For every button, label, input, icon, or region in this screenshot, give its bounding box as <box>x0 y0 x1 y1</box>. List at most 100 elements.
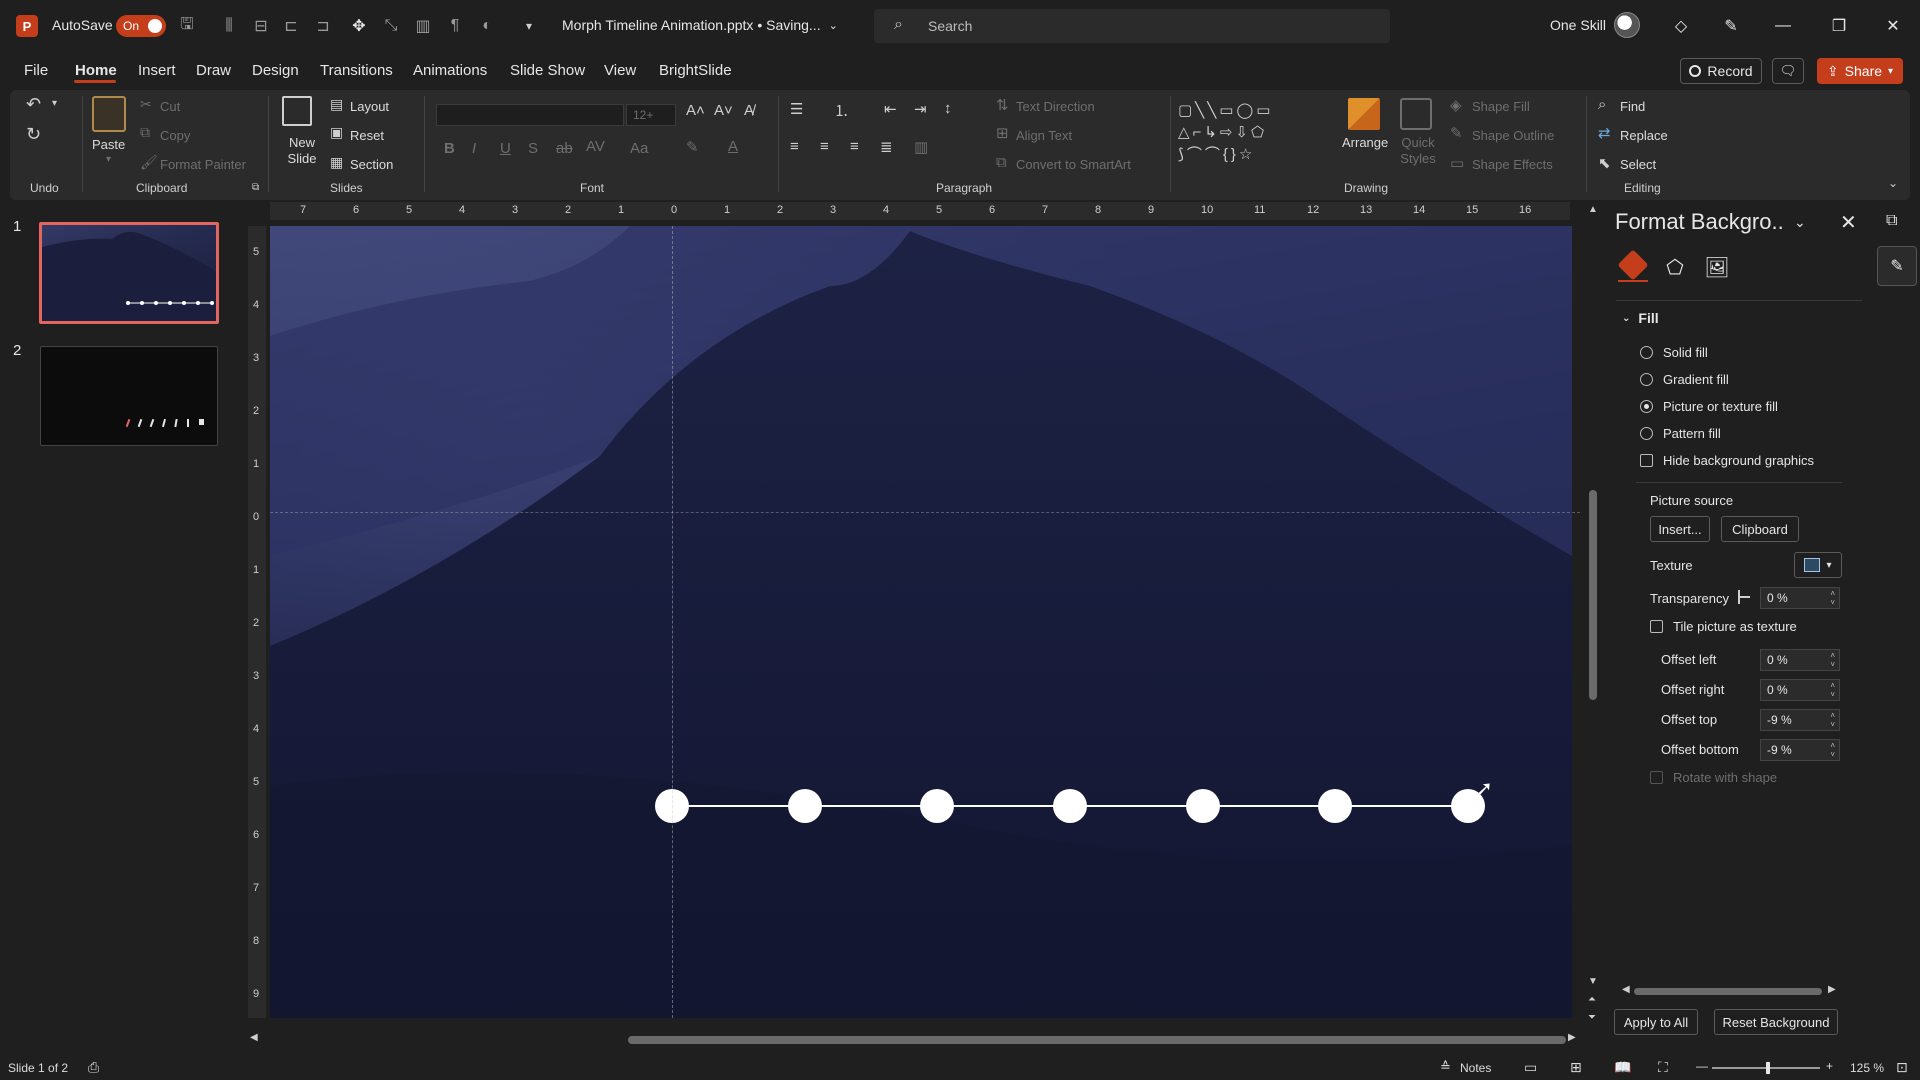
offset-top-input[interactable]: -9 % ˄ ˅ <box>1760 709 1840 731</box>
insert-button[interactable]: Insert... <box>1650 516 1710 542</box>
apply-to-all-button[interactable]: Apply to All <box>1614 1009 1698 1035</box>
checkbox[interactable] <box>1640 454 1653 467</box>
notes-button[interactable]: Notes <box>1460 1061 1491 1075</box>
offset-bottom-input[interactable]: -9 % ˄ ˅ <box>1760 739 1840 761</box>
slide-counter[interactable]: Slide 1 of 2 <box>8 1061 68 1075</box>
rotate-with-shape-option[interactable]: Rotate with shape <box>1650 770 1777 785</box>
undo-dropdown-icon[interactable]: ▾ <box>52 98 57 109</box>
strikethrough-icon[interactable]: ab <box>556 140 573 157</box>
layout-button[interactable]: Layout <box>350 99 389 114</box>
arrange-icon[interactable] <box>1348 98 1380 130</box>
checkbox[interactable] <box>1650 620 1663 633</box>
vertical-guide[interactable] <box>672 226 673 1018</box>
section-button[interactable]: Section <box>350 157 393 172</box>
align-text-button[interactable]: Align Text <box>1016 128 1072 143</box>
move-icon[interactable]: ✥ <box>348 15 370 37</box>
increase-font-icon[interactable]: A˄ <box>686 102 705 119</box>
shape-fill-button[interactable]: Shape Fill <box>1472 99 1530 114</box>
justify-icon[interactable]: ≣ <box>880 138 893 156</box>
align-right-icon[interactable]: ⊐ <box>312 15 334 37</box>
clear-formatting-icon[interactable]: A̸ <box>744 102 754 119</box>
scroll-down-icon[interactable]: ▼ <box>1588 976 1598 987</box>
clipboard-button[interactable]: Clipboard <box>1721 516 1799 542</box>
align-left-icon[interactable]: ≡ <box>790 138 799 155</box>
cut-button[interactable]: Cut <box>160 99 180 114</box>
tab-view[interactable]: View <box>604 62 636 79</box>
copy-button[interactable]: Copy <box>160 128 190 143</box>
redo-icon[interactable]: ↻ <box>26 124 41 145</box>
picture-fill-option[interactable]: Picture or texture fill <box>1640 399 1778 414</box>
offset-left-input[interactable]: 0 % ˄ ˅ <box>1760 649 1840 671</box>
accessibility-icon[interactable]: ⎙ <box>88 1059 99 1076</box>
bullets-icon[interactable]: ☰ <box>790 100 803 118</box>
scroll-left-icon[interactable]: ◀ <box>250 1032 258 1043</box>
solid-fill-option[interactable]: Solid fill <box>1640 345 1708 360</box>
align-objects-icon[interactable]: ⫼ <box>218 15 240 37</box>
italic-icon[interactable]: I <box>472 140 476 157</box>
paste-button[interactable]: Paste <box>92 137 125 152</box>
collapse-ribbon-icon[interactable]: ⌄ <box>1888 176 1898 190</box>
new-slide-button[interactable]: New Slide <box>284 135 320 167</box>
document-title[interactable]: Morph Timeline Animation.pptx • Saving..… <box>562 17 838 33</box>
tab-draw[interactable]: Draw <box>196 62 231 79</box>
tab-animations[interactable]: Animations <box>413 62 487 79</box>
timeline-dot[interactable] <box>1053 789 1087 823</box>
previous-slide-icon[interactable]: ⏶ <box>1588 994 1596 1005</box>
tab-file[interactable]: File <box>24 62 48 79</box>
autosave-toggle[interactable]: On <box>116 15 166 37</box>
dialog-launcher-icon[interactable]: ⧉ <box>252 182 259 193</box>
scroll-up-icon[interactable]: ▲ <box>1588 204 1598 215</box>
align-right-icon[interactable]: ≡ <box>850 138 859 155</box>
horizontal-scrollbar[interactable] <box>628 1036 1566 1044</box>
highlight-icon[interactable]: ✎ <box>686 138 699 156</box>
offset-right-input[interactable]: 0 % ˄ ˅ <box>1760 679 1840 701</box>
close-pane-icon[interactable]: ✕ <box>1840 210 1857 235</box>
reset-button[interactable]: Reset <box>350 128 384 143</box>
line-spacing-icon[interactable]: ↕ <box>944 100 952 117</box>
record-button[interactable]: Record <box>1680 58 1762 84</box>
avatar[interactable] <box>1614 12 1640 38</box>
columns-icon[interactable]: ▥ <box>914 138 928 156</box>
customize-qat-icon[interactable]: ▾ <box>518 15 540 37</box>
picture-tab-icon[interactable]: 🖼 <box>1702 252 1732 282</box>
radio-button[interactable] <box>1640 373 1653 386</box>
decrease-font-icon[interactable]: A˅ <box>714 102 733 119</box>
shapes-gallery[interactable]: ▢╲╲▭◯▭ △⌐↳⇨⇩⬠ ⟆⌒⌒{}☆ <box>1178 100 1326 170</box>
slide-thumbnail-1[interactable] <box>39 222 219 324</box>
reset-background-button[interactable]: Reset Background <box>1714 1009 1838 1035</box>
spin-arrows-icon[interactable]: ˄ ˅ <box>1830 741 1835 759</box>
font-name-input[interactable] <box>436 104 624 126</box>
quick-styles-icon[interactable] <box>1400 98 1432 130</box>
horizontal-ruler[interactable]: 7 6 5 4 3 2 1 0 1 2 3 4 5 6 7 8 9 10 11 12 13 14 15 16 <box>270 202 1570 220</box>
hide-bg-graphics-option[interactable]: Hide background graphics <box>1640 453 1814 468</box>
spin-arrows-icon[interactable]: ˄ ˅ <box>1830 651 1835 669</box>
undo-icon[interactable]: ↶ <box>26 94 41 115</box>
restore-icon[interactable]: ❐ <box>1826 13 1852 39</box>
minimize-icon[interactable]: — <box>1770 13 1796 39</box>
fill-tab-icon[interactable] <box>1617 249 1649 282</box>
decrease-indent-icon[interactable]: ⇤ <box>884 100 897 118</box>
shape-effects-button[interactable]: Shape Effects <box>1472 157 1553 172</box>
slide-canvas[interactable] <box>270 226 1572 1018</box>
select-button[interactable]: Select <box>1620 157 1656 172</box>
zoom-out-icon[interactable]: — <box>1696 1059 1708 1073</box>
underline-icon[interactable]: U <box>500 140 511 157</box>
reading-view-icon[interactable]: 📖 <box>1614 1059 1631 1076</box>
align-center-icon[interactable]: ≡ <box>820 138 829 155</box>
new-slide-icon[interactable] <box>282 96 312 126</box>
search-input[interactable]: ⌕ Search <box>874 9 1390 43</box>
tile-texture-option[interactable]: Tile picture as texture <box>1650 619 1797 634</box>
scroll-right-icon[interactable]: ▶ <box>1568 1032 1576 1043</box>
close-icon[interactable]: ✕ <box>1880 13 1906 39</box>
fill-section-header[interactable]: ⌄ Fill <box>1622 310 1659 326</box>
quick-styles-button[interactable]: Quick Styles <box>1400 135 1436 167</box>
next-slide-icon[interactable]: ⏷ <box>1588 1012 1596 1023</box>
fit-to-window-icon[interactable]: ⊡ <box>1896 1059 1908 1076</box>
scroll-left-icon[interactable]: ◀ <box>1622 984 1630 995</box>
paste-icon[interactable] <box>92 96 126 132</box>
spin-arrows-icon[interactable]: ˄ ˅ <box>1830 711 1835 729</box>
bold-icon[interactable]: B <box>444 140 455 157</box>
font-color-icon[interactable]: A <box>728 138 738 155</box>
vertical-scrollbar[interactable] <box>1589 490 1597 700</box>
texture-picker-button[interactable]: ▾ <box>1794 552 1842 578</box>
